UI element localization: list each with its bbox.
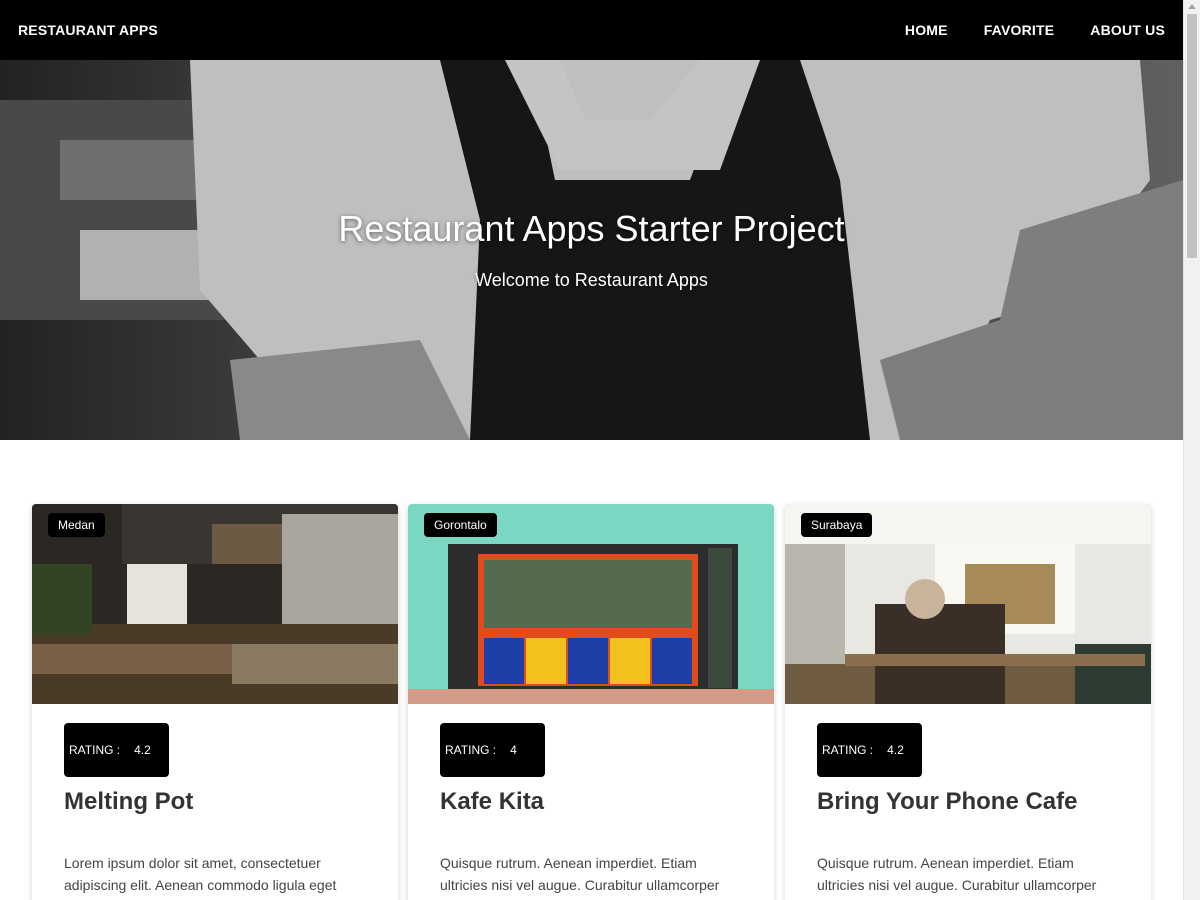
- restaurant-name[interactable]: Kafe Kita: [440, 788, 544, 816]
- rating-value: 4.2: [134, 743, 151, 757]
- restaurant-name[interactable]: Bring Your Phone Cafe: [817, 788, 1077, 816]
- rating-value: 4.2: [887, 743, 904, 757]
- restaurant-list: Medan RATING : 4.2 Melting Pot Lorem ips…: [32, 504, 1152, 900]
- hero-title: Restaurant Apps Starter Project: [338, 208, 845, 249]
- rating-value: 4: [510, 743, 517, 757]
- restaurant-card[interactable]: Medan RATING : 4.2 Melting Pot Lorem ips…: [32, 504, 398, 900]
- scroll-up-arrow-icon[interactable]: [1188, 4, 1196, 9]
- rating-box: RATING : 4: [440, 723, 545, 777]
- restaurant-card[interactable]: Surabaya RATING : 4.2 Bring Your Phone C…: [785, 504, 1151, 900]
- restaurant-image: Surabaya: [785, 504, 1151, 704]
- rating-label: RATING :: [69, 743, 121, 757]
- restaurant-description: Lorem ipsum dolor sit amet, consectetuer…: [64, 855, 337, 900]
- city-badge: Medan: [48, 513, 105, 537]
- restaurant-description: Quisque rutrum. Aenean imperdiet. Etiam …: [440, 855, 720, 900]
- nav-link-about-us[interactable]: ABOUT US: [1054, 22, 1165, 38]
- page-scrollbar[interactable]: [1183, 0, 1200, 900]
- nav-links: HOME FAVORITE ABOUT US: [869, 22, 1165, 38]
- rating-box: RATING : 4.2: [817, 723, 922, 777]
- navbar: RESTAURANT APPS HOME FAVORITE ABOUT US: [0, 0, 1183, 60]
- restaurant-name[interactable]: Melting Pot: [64, 788, 193, 816]
- rating-label: RATING :: [822, 743, 874, 757]
- hero-section: Restaurant Apps Starter Project Welcome …: [0, 60, 1183, 440]
- rating-label: RATING :: [445, 743, 497, 757]
- scrollbar-thumb[interactable]: [1187, 14, 1197, 258]
- restaurant-image: Gorontalo: [408, 504, 774, 704]
- city-badge: Surabaya: [801, 513, 873, 537]
- nav-link-favorite[interactable]: FAVORITE: [948, 22, 1055, 38]
- hero-subtitle: Welcome to Restaurant Apps: [475, 270, 708, 290]
- city-badge: Gorontalo: [424, 513, 497, 537]
- restaurant-card[interactable]: Gorontalo RATING : 4 Kafe Kita Quisque r…: [408, 504, 774, 900]
- rating-box: RATING : 4.2: [64, 723, 169, 777]
- nav-link-home[interactable]: HOME: [869, 22, 948, 38]
- hero-text: Restaurant Apps Starter Project Welcome …: [0, 208, 1183, 291]
- restaurant-image: Medan: [32, 504, 398, 704]
- brand-logo-link[interactable]: RESTAURANT APPS: [18, 22, 158, 38]
- restaurant-description: Quisque rutrum. Aenean imperdiet. Etiam …: [817, 855, 1097, 900]
